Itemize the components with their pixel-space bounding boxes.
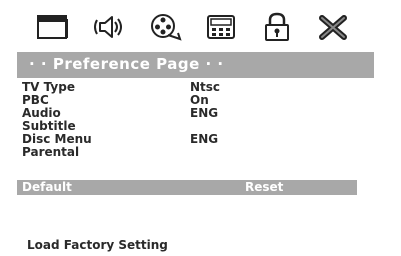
menu-item-value: ENG [190, 132, 219, 146]
film-reel-icon [151, 14, 182, 41]
page-title: · · Preference Page · · [29, 55, 224, 73]
page-header: · · Preference Page · · [17, 52, 374, 78]
tab-password[interactable] [258, 11, 296, 43]
tab-audio[interactable] [90, 11, 128, 43]
lock-icon [265, 12, 289, 41]
speaker-icon [94, 16, 122, 38]
tab-video[interactable] [146, 11, 184, 43]
menu-item-parental[interactable]: Parental [17, 146, 374, 159]
help-bar: Load Factory Setting [17, 236, 374, 256]
menu-item-default-label: Default [22, 180, 72, 194]
reset-option-label: Reset [245, 180, 284, 194]
preference-page-panel: · · Preference Page · · TV Type Ntsc PBC… [12, 5, 385, 256]
menu-item-value: ENG [190, 106, 219, 120]
menu-item-label: Parental [22, 145, 80, 159]
tab-speaker-setup[interactable] [202, 11, 240, 43]
keypad-icon [207, 15, 235, 39]
tab-exit[interactable] [314, 11, 352, 43]
tab-bar [12, 5, 385, 49]
exit-x-icon [319, 15, 347, 40]
tab-general[interactable] [34, 11, 72, 43]
help-text: Load Factory Setting [27, 238, 168, 252]
reset-option[interactable]: Reset [237, 180, 357, 195]
monitor-icon [37, 15, 68, 39]
